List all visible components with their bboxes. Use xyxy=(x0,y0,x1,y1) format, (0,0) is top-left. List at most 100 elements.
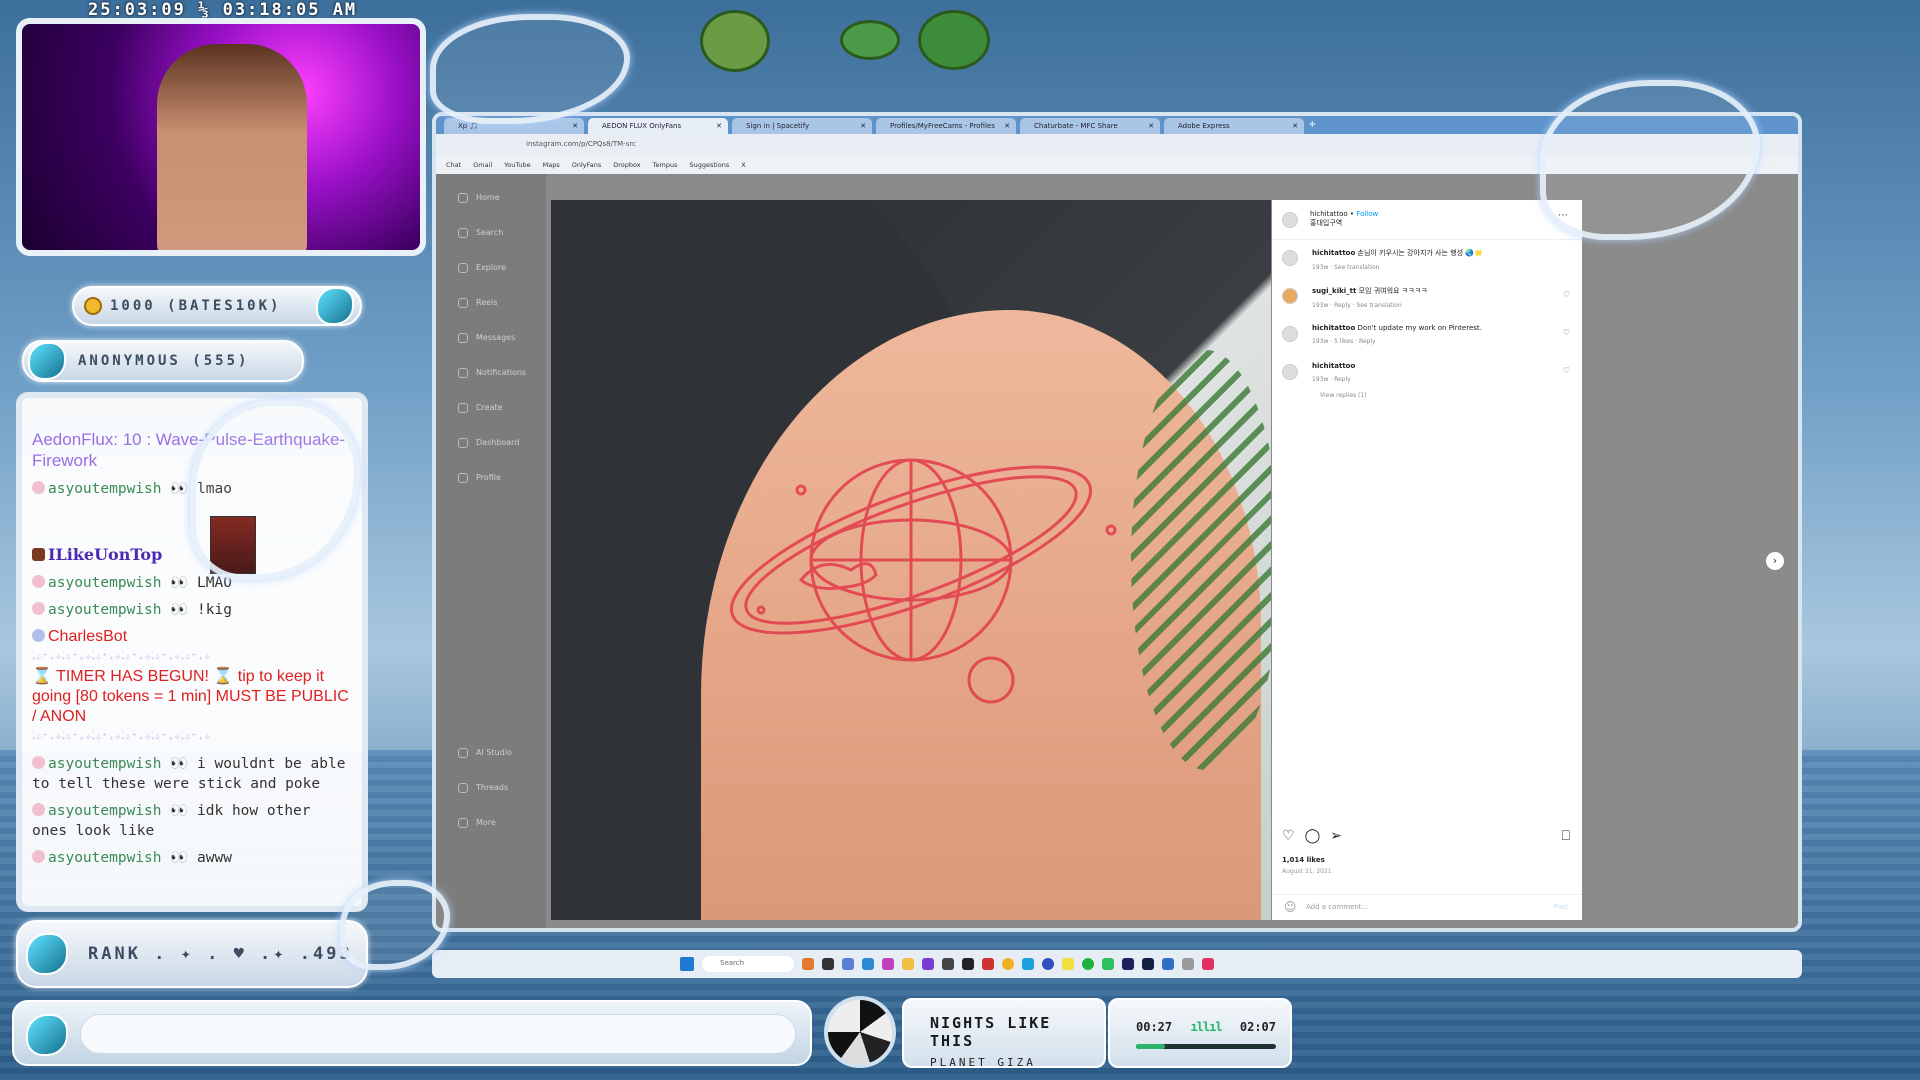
avatar[interactable] xyxy=(1282,288,1298,304)
avatar[interactable] xyxy=(1282,364,1298,380)
app-icon[interactable] xyxy=(922,958,934,970)
close-icon[interactable]: ✕ xyxy=(1292,118,1298,134)
app-icon[interactable] xyxy=(1082,958,1094,970)
app-icon[interactable] xyxy=(1042,958,1054,970)
nav-threads[interactable]: Threads xyxy=(458,770,546,805)
nav-home[interactable]: Home xyxy=(458,180,546,215)
next-post-arrow-icon[interactable]: › xyxy=(1766,552,1784,570)
nav-label: Search xyxy=(476,228,504,237)
stream-clock: 25:03:09 ⅓ 03:18:05 AM xyxy=(88,0,358,20)
close-modal-icon[interactable]: ✕ xyxy=(1768,160,1780,176)
nav-messages[interactable]: Messages xyxy=(458,320,546,355)
tab-5[interactable]: Adobe Express ✕ xyxy=(1164,118,1304,134)
app-icon[interactable] xyxy=(1202,958,1214,970)
taskbar-search[interactable]: Search xyxy=(702,956,794,972)
bookmark-item[interactable]: Tempus xyxy=(653,161,678,169)
share-icon[interactable]: ➢ xyxy=(1330,828,1342,844)
app-icon[interactable] xyxy=(942,958,954,970)
chat-user[interactable]: CharlesBot xyxy=(48,628,127,645)
tab-4[interactable]: Chaturbate - MFC Share ✕ xyxy=(1020,118,1160,134)
comment-input[interactable]: Add a comment... xyxy=(1306,903,1368,911)
comment-icon[interactable]: ◯ xyxy=(1305,828,1321,844)
emoji-icon[interactable]: ☺ xyxy=(1284,900,1297,914)
app-icon[interactable] xyxy=(1142,958,1154,970)
bookmark-item[interactable]: YouTube xyxy=(504,161,530,169)
view-replies-link[interactable]: View replies (1) xyxy=(1272,392,1582,399)
like-comment-icon[interactable]: ♡ xyxy=(1563,328,1570,337)
comment-user[interactable]: hichitattoo xyxy=(1312,362,1355,370)
chat-user[interactable]: asyoutempwish xyxy=(48,756,162,772)
tab-1[interactable]: AEDON FLUX OnlyFans ✕ xyxy=(588,118,728,134)
app-icon[interactable] xyxy=(802,958,814,970)
app-icon[interactable] xyxy=(1062,958,1074,970)
post-comment-button[interactable]: Post xyxy=(1553,903,1568,911)
chat-user[interactable]: asyoutempwish xyxy=(48,850,162,866)
app-icon[interactable] xyxy=(862,958,874,970)
bookmark-item[interactable]: OnlyFans xyxy=(572,161,602,169)
nav-explore[interactable]: Explore xyxy=(458,250,546,285)
post-image xyxy=(551,200,1271,920)
chat-user[interactable]: asyoutempwish xyxy=(48,602,162,618)
like-comment-icon[interactable]: ♡ xyxy=(1563,366,1570,375)
avatar[interactable] xyxy=(1282,212,1298,228)
likes-count[interactable]: 1,014 likes xyxy=(1282,856,1325,864)
nav-search[interactable]: Search xyxy=(458,215,546,250)
like-comment-icon[interactable]: ♡ xyxy=(1563,290,1570,299)
bookmark-item[interactable]: X xyxy=(741,161,745,169)
new-tab-icon[interactable]: + xyxy=(1308,116,1316,134)
app-icon[interactable] xyxy=(822,958,834,970)
location[interactable]: 홍대입구역 xyxy=(1310,219,1342,227)
app-icon[interactable] xyxy=(1162,958,1174,970)
app-icon[interactable] xyxy=(1022,958,1034,970)
like-icon[interactable]: ♡ xyxy=(1282,828,1295,844)
bookmark-item[interactable]: Gmail xyxy=(473,161,492,169)
chat-user[interactable]: asyoutempwish xyxy=(48,481,162,497)
chat-user[interactable]: ILikeUonTop xyxy=(48,545,162,564)
author-name[interactable]: hichitattoo xyxy=(1310,210,1348,218)
bookmark-icon[interactable]: ⎕ xyxy=(1562,828,1570,844)
follow-button[interactable]: Follow xyxy=(1356,210,1378,218)
chat-user[interactable]: asyoutempwish xyxy=(48,803,162,819)
bookmark-item[interactable]: Dropbox xyxy=(613,161,640,169)
nav-ai-studio[interactable]: AI Studio xyxy=(458,735,546,770)
bookmark-item[interactable]: Suggestions xyxy=(689,161,729,169)
avatar[interactable] xyxy=(1282,250,1298,266)
butterfly-wing-decoration xyxy=(430,14,630,124)
comment-user[interactable]: sugi_kiki_tt xyxy=(1312,287,1356,295)
comment-user[interactable]: hichitattoo xyxy=(1312,324,1355,332)
chat-user[interactable]: AedonFlux xyxy=(32,430,113,449)
chrome-icon[interactable] xyxy=(1002,958,1014,970)
messages-icon xyxy=(458,332,468,343)
bookmark-item[interactable]: Chat xyxy=(446,161,461,169)
close-icon[interactable]: ✕ xyxy=(860,118,866,134)
close-icon[interactable]: ✕ xyxy=(1004,118,1010,134)
nav-notifications[interactable]: Notifications xyxy=(458,355,546,390)
avatar[interactable] xyxy=(1282,326,1298,342)
windows-start-icon[interactable] xyxy=(680,957,694,971)
chat-user[interactable]: asyoutempwish xyxy=(48,575,162,591)
search-icon xyxy=(458,227,468,238)
app-icon[interactable] xyxy=(842,958,854,970)
nav-create[interactable]: Create xyxy=(458,390,546,425)
app-icon[interactable] xyxy=(1102,958,1114,970)
nav-reels[interactable]: Reels xyxy=(458,285,546,320)
close-icon[interactable]: ✕ xyxy=(1148,118,1154,134)
app-icon[interactable] xyxy=(882,958,894,970)
app-icon[interactable] xyxy=(982,958,994,970)
folder-icon[interactable] xyxy=(902,958,914,970)
streamer-image xyxy=(157,44,307,250)
bookmark-item[interactable]: Maps xyxy=(543,161,560,169)
tab-2[interactable]: Sign in | Spacetify ✕ xyxy=(732,118,872,134)
nav-profile[interactable]: Profile xyxy=(458,460,546,495)
coin-icon xyxy=(84,297,102,315)
close-icon[interactable]: ✕ xyxy=(716,118,722,134)
nav-dashboard[interactable]: Dashboard xyxy=(458,425,546,460)
tab-3[interactable]: Profiles/MyFreeCams - Profiles ✕ xyxy=(876,118,1016,134)
app-icon[interactable] xyxy=(962,958,974,970)
nav-more[interactable]: More xyxy=(458,805,546,840)
app-icon[interactable] xyxy=(1122,958,1134,970)
close-icon[interactable]: ✕ xyxy=(572,118,578,134)
nav-label: Explore xyxy=(476,263,507,272)
app-icon[interactable] xyxy=(1182,958,1194,970)
comment-user[interactable]: hichitattoo xyxy=(1312,249,1355,257)
